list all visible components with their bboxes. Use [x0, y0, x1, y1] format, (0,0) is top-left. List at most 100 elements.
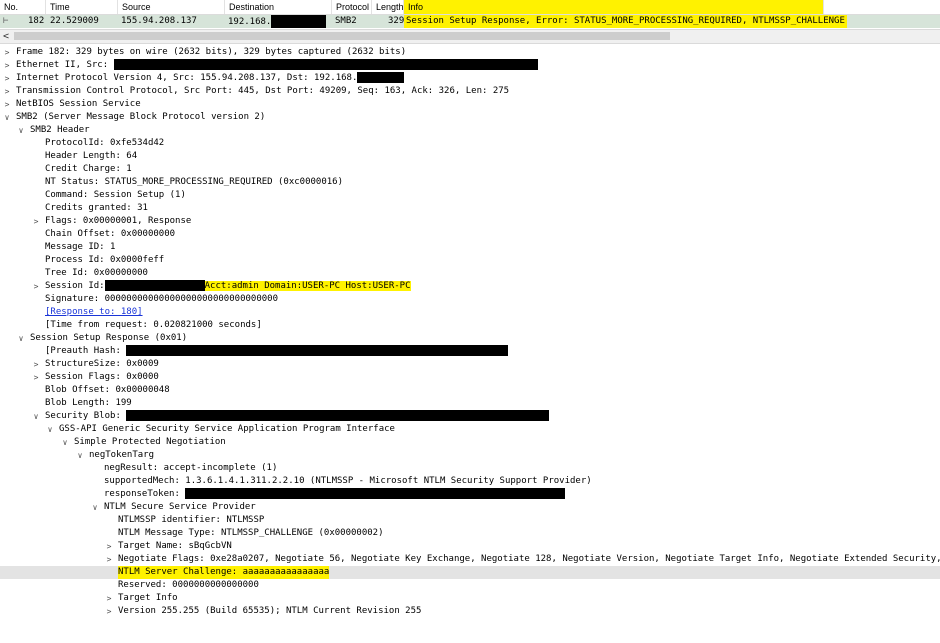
chevron-down-icon[interactable]: ∨ — [16, 124, 26, 137]
chevron-right-icon[interactable]: > — [2, 98, 12, 111]
tree-item-signature[interactable]: Signature: 00000000000000000000000000000… — [0, 293, 940, 306]
redaction-block — [113, 59, 538, 70]
tree-item-session-id[interactable]: > Session Id: Acct:admin Domain:USER-PC H… — [0, 280, 940, 293]
column-length[interactable]: Length — [372, 0, 404, 14]
tree-item-label: Blob Offset: 0x00000048 — [45, 385, 170, 395]
tree-item-frame[interactable]: > Frame 182: 329 bytes on wire (2632 bit… — [0, 46, 940, 59]
chevron-right-icon[interactable]: > — [104, 540, 114, 553]
tree-item-preauth-hash[interactable]: [Preauth Hash: — [0, 345, 940, 358]
tree-item-structure-size[interactable]: > StructureSize: 0x0009 — [0, 358, 940, 371]
packet-row[interactable]: ⊢ 182 22.529009 155.94.208.137 192.168. … — [0, 15, 940, 28]
tree-item-header-length[interactable]: Header Length: 64 — [0, 150, 940, 163]
tree-item-session-setup-response[interactable]: ∨ Session Setup Response (0x01) — [0, 332, 940, 345]
chevron-right-icon[interactable]: > — [2, 46, 12, 59]
chevron-right-icon[interactable]: > — [31, 371, 41, 384]
chevron-down-icon[interactable]: ∨ — [90, 501, 100, 514]
tree-item-label: Header Length: 64 — [45, 151, 138, 161]
column-source[interactable]: Source — [118, 0, 225, 14]
tree-item-flags[interactable]: > Flags: 0x00000001, Response — [0, 215, 940, 228]
tree-item-label: Signature: 00000000000000000000000000000… — [45, 294, 278, 304]
tree-item-label: Session Setup Response (0x01) — [30, 333, 188, 343]
chevron-right-icon[interactable]: > — [31, 358, 41, 371]
tree-item-label: Blob Length: 199 — [45, 398, 132, 408]
tree-item-tree-id[interactable]: Tree Id: 0x00000000 — [0, 267, 940, 280]
response-to-link[interactable]: [Response to: 180] — [45, 306, 143, 319]
tree-item-label: Frame 182: 329 bytes on wire (2632 bits)… — [16, 47, 407, 57]
tree-item-message-id[interactable]: Message ID: 1 — [0, 241, 940, 254]
tree-item-label: [Preauth Hash: — [45, 345, 509, 358]
tree-item-nt-status[interactable]: NT Status: STATUS_MORE_PROCESSING_REQUIR… — [0, 176, 940, 189]
column-info[interactable]: Info — [404, 0, 824, 14]
tree-item-target-name[interactable]: > Target Name: sBqGcbVN — [0, 540, 940, 553]
tree-item-spnego[interactable]: ∨ Simple Protected Negotiation — [0, 436, 940, 449]
tree-item-label: Chain Offset: 0x00000000 — [45, 229, 176, 239]
tree-item-credits-granted[interactable]: Credits granted: 31 — [0, 202, 940, 215]
security-blob-label: Security Blob: — [45, 411, 121, 421]
tree-item-protocol-id[interactable]: ProtocolId: 0xfe534d42 — [0, 137, 940, 150]
tree-item-label: Credits granted: 31 — [45, 203, 148, 213]
chevron-down-icon[interactable]: ∨ — [16, 332, 26, 345]
tree-item-reserved[interactable]: Reserved: 0000000000000000 — [0, 579, 940, 592]
tree-item-session-flags[interactable]: > Session Flags: 0x0000 — [0, 371, 940, 384]
tree-item-netbios[interactable]: > NetBIOS Session Service — [0, 98, 940, 111]
redaction-block — [357, 72, 405, 83]
tree-item-target-info[interactable]: > Target Info — [0, 592, 940, 605]
chevron-right-icon[interactable]: > — [104, 553, 114, 566]
tree-item-smb2-header[interactable]: ∨ SMB2 Header — [0, 124, 940, 137]
chevron-right-icon[interactable]: > — [31, 280, 41, 293]
tree-item-security-blob[interactable]: ∨ Security Blob: — [0, 410, 940, 423]
chevron-right-icon[interactable]: > — [2, 59, 12, 72]
tree-item-command[interactable]: Command: Session Setup (1) — [0, 189, 940, 202]
tree-item-neg-token-targ[interactable]: ∨ negTokenTarg — [0, 449, 940, 462]
packet-list-header: No. Time Source Destination Protocol Len… — [0, 0, 940, 15]
column-time[interactable]: Time — [46, 0, 118, 14]
chevron-down-icon[interactable]: ∨ — [31, 410, 41, 423]
scroll-left-icon[interactable]: < — [3, 30, 9, 43]
tree-item-ip[interactable]: > Internet Protocol Version 4, Src: 155.… — [0, 72, 940, 85]
tree-item-server-challenge[interactable]: NTLM Server Challenge: aaaaaaaaaaaaaaaa — [0, 566, 940, 579]
tree-item-label: [Time from request: 0.020821000 seconds] — [45, 320, 262, 330]
chevron-down-icon[interactable]: ∨ — [2, 111, 12, 124]
tree-item-neg-result[interactable]: negResult: accept-incomplete (1) — [0, 462, 940, 475]
tree-item-tcp[interactable]: > Transmission Control Protocol, Src Por… — [0, 85, 940, 98]
tree-item-blob-offset[interactable]: Blob Offset: 0x00000048 — [0, 384, 940, 397]
chevron-right-icon[interactable]: > — [31, 215, 41, 228]
tree-item-smb2[interactable]: ∨ SMB2 (Server Message Block Protocol ve… — [0, 111, 940, 124]
packet-source: 155.94.208.137 — [121, 16, 197, 26]
packet-protocol: SMB2 — [335, 16, 357, 26]
tree-item-supported-mech[interactable]: supportedMech: 1.3.6.1.4.1.311.2.2.10 (N… — [0, 475, 940, 488]
chevron-down-icon[interactable]: ∨ — [75, 449, 85, 462]
scrollbar-thumb[interactable] — [14, 32, 670, 40]
tree-item-ntlm-msg-type[interactable]: NTLM Message Type: NTLMSSP_CHALLENGE (0x… — [0, 527, 940, 540]
tree-item-label: Security Blob: — [45, 410, 550, 423]
tree-item-response-to[interactable]: [Response to: 180] — [0, 306, 940, 319]
chevron-right-icon[interactable]: > — [2, 72, 12, 85]
preauth-hash-label: [Preauth Hash: — [45, 346, 121, 356]
tree-item-blob-length[interactable]: Blob Length: 199 — [0, 397, 940, 410]
tree-item-credit-charge[interactable]: Credit Charge: 1 — [0, 163, 940, 176]
tree-item-version[interactable]: > Version 255.255 (Build 65535); NTLM Cu… — [0, 605, 940, 618]
tree-item-label: Flags: 0x00000001, Response — [45, 216, 192, 226]
tree-item-response-token[interactable]: responseToken: — [0, 488, 940, 501]
tree-item-ntlm-ssp[interactable]: ∨ NTLM Secure Service Provider — [0, 501, 940, 514]
tree-item-chain-offset[interactable]: Chain Offset: 0x00000000 — [0, 228, 940, 241]
chevron-right-icon[interactable]: > — [104, 592, 114, 605]
tree-item-process-id[interactable]: Process Id: 0x0000feff — [0, 254, 940, 267]
tree-item-label: Session Id: Acct:admin Domain:USER-PC Hos… — [45, 280, 411, 293]
tree-item-label: Target Name: sBqGcbVN — [118, 541, 232, 551]
tree-item-ntlmssp-id[interactable]: NTLMSSP identifier: NTLMSSP — [0, 514, 940, 527]
chevron-down-icon[interactable]: ∨ — [45, 423, 55, 436]
tree-item-gss-api[interactable]: ∨ GSS-API Generic Security Service Appli… — [0, 423, 940, 436]
tree-item-negotiate-flags[interactable]: > Negotiate Flags: 0xe28a0207, Negotiate… — [0, 553, 940, 566]
packet-list-scrollbar[interactable]: < — [0, 29, 940, 44]
chevron-down-icon[interactable]: ∨ — [60, 436, 70, 449]
tree-item-label: NTLM Message Type: NTLMSSP_CHALLENGE (0x… — [118, 528, 384, 538]
column-no[interactable]: No. — [0, 0, 46, 14]
tree-item-label: Version 255.255 (Build 65535); NTLM Curr… — [118, 606, 422, 616]
column-destination[interactable]: Destination — [225, 0, 332, 14]
chevron-right-icon[interactable]: > — [2, 85, 12, 98]
chevron-right-icon[interactable]: > — [104, 605, 114, 618]
tree-item-time-from-request[interactable]: [Time from request: 0.020821000 seconds] — [0, 319, 940, 332]
column-protocol[interactable]: Protocol — [332, 0, 372, 14]
tree-item-ethernet[interactable]: > Ethernet II, Src: — [0, 59, 940, 72]
